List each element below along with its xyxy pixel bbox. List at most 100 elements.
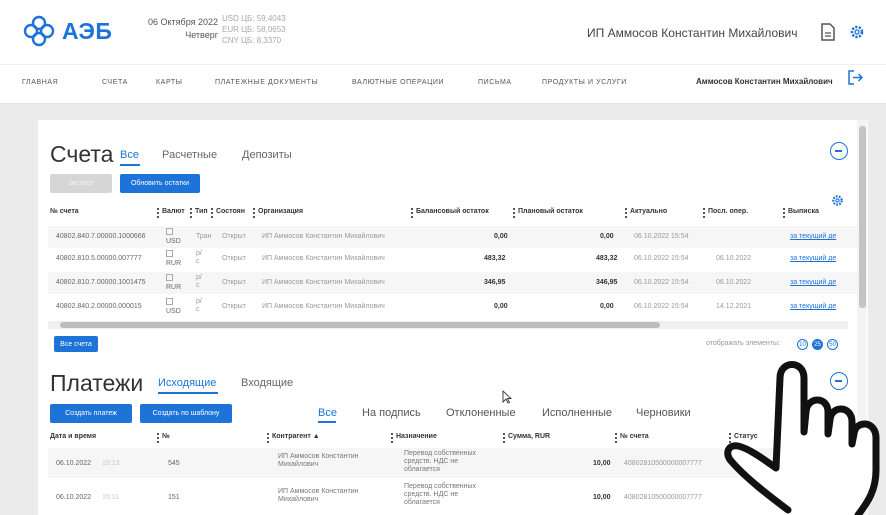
col-statement[interactable]: Выписка bbox=[783, 208, 819, 218]
document-icon[interactable] bbox=[820, 23, 836, 41]
col-balance[interactable]: Балансовый остаток bbox=[411, 208, 489, 218]
payment-purpose: Перевод собственных средств. НДС не обла… bbox=[404, 483, 477, 506]
payment-counterparty: ИП Аммосов Константин Михайлович bbox=[278, 453, 359, 468]
organization-name[interactable]: ИП Аммосов Константин Михайлович bbox=[587, 26, 797, 40]
account-org: ИП Аммосов Константин Михайлович bbox=[262, 255, 385, 262]
filter-rejected[interactable]: Отклоненные bbox=[446, 407, 516, 419]
tab-payments-incoming[interactable]: Входящие bbox=[241, 377, 293, 389]
nav-user-name[interactable]: Аммосов Константин Михайлович bbox=[696, 77, 833, 86]
filter-drafts[interactable]: Черновики bbox=[636, 407, 691, 419]
account-type: р/с bbox=[196, 298, 202, 313]
page-size-50[interactable]: 50 bbox=[827, 339, 838, 350]
page-size-25[interactable]: 25 bbox=[812, 339, 823, 350]
current-date: 06 Октября 2022 Четверг bbox=[148, 16, 218, 42]
payment-account: 40802810500000007777 bbox=[624, 460, 702, 467]
all-accounts-button[interactable]: Все счета bbox=[54, 336, 98, 352]
account-status: Открыт bbox=[222, 303, 246, 310]
col-state[interactable]: Состоян bbox=[211, 208, 245, 218]
account-last-op: 14.12.2021 bbox=[716, 303, 752, 310]
main-nav: ГЛАВНАЯ СЧЕТА КАРТЫ ПЛАТЕЖНЫЕ ДОКУМЕНТЫ … bbox=[0, 64, 886, 104]
logo-icon bbox=[23, 15, 55, 47]
payment-number: 545 bbox=[168, 460, 180, 467]
account-type: р/с bbox=[196, 274, 202, 289]
filter-to-sign[interactable]: На подпись bbox=[362, 407, 421, 419]
statement-link[interactable]: за текущий де bbox=[790, 303, 836, 310]
payment-amount: 10,00 bbox=[593, 494, 611, 501]
nav-item-products[interactable]: ПРОДУКТЫ И УСЛУГИ bbox=[542, 79, 627, 86]
currency-code: USD bbox=[166, 308, 181, 315]
export-button[interactable]: Экспорт bbox=[50, 174, 112, 193]
account-planned: 483,32 bbox=[596, 255, 618, 262]
logo[interactable]: АЭБ bbox=[22, 14, 112, 48]
account-org: ИП Аммосов Константин Михайлович bbox=[262, 279, 385, 286]
vertical-scrollbar-thumb[interactable] bbox=[859, 126, 866, 308]
col-currency[interactable]: Валют bbox=[157, 208, 185, 218]
statement-link[interactable]: за текущий де bbox=[790, 233, 836, 240]
account-last-op: 06.10.2022 bbox=[716, 255, 752, 262]
nav-item-letters[interactable]: ПИСЬМА bbox=[478, 79, 512, 86]
currency-code: RUR bbox=[166, 260, 182, 267]
broken-image-icon bbox=[166, 298, 173, 305]
account-type: р/с bbox=[196, 250, 202, 265]
col-purpose[interactable]: Назначение bbox=[391, 433, 437, 443]
create-payment-button[interactable]: Создать платеж bbox=[50, 404, 132, 423]
nav-item-accounts[interactable]: СЧЕТА bbox=[102, 79, 128, 86]
nav-item-cards[interactable]: КАРТЫ bbox=[156, 79, 183, 86]
account-balance: 346,95 bbox=[484, 279, 506, 286]
account-actual: 06.10.2022 15:54 bbox=[634, 233, 689, 240]
col-counterparty[interactable]: Контрагент ▲ bbox=[267, 433, 320, 443]
col-actual[interactable]: Актуально bbox=[624, 208, 667, 218]
filter-all[interactable]: Все bbox=[318, 407, 337, 419]
accounts-title: Счета bbox=[50, 141, 114, 167]
account-status: Открыт bbox=[222, 255, 246, 262]
settings-icon[interactable] bbox=[849, 23, 865, 41]
filter-executed[interactable]: Исполненные bbox=[542, 407, 612, 419]
account-status: Открыт bbox=[222, 279, 246, 286]
col-payment-account[interactable]: № счета bbox=[615, 433, 649, 443]
account-balance: 0,00 bbox=[494, 303, 508, 310]
tab-accounts-current[interactable]: Расчетные bbox=[162, 149, 217, 161]
nav-item-payment-docs[interactable]: ПЛАТЕЖНЫЕ ДОКУМЕНТЫ bbox=[215, 79, 318, 86]
col-account-number[interactable]: № счета bbox=[50, 208, 79, 215]
create-from-template-button[interactable]: Создать по шаблону bbox=[140, 404, 232, 423]
page-size-10[interactable]: 10 bbox=[797, 339, 808, 350]
payment-purpose: Перевод собственных средств. НДС не обла… bbox=[404, 450, 477, 473]
broken-image-icon bbox=[166, 274, 173, 281]
col-organization[interactable]: Организация bbox=[252, 208, 303, 218]
statement-link[interactable]: за текущий де bbox=[790, 255, 836, 262]
collapse-accounts-button[interactable] bbox=[830, 142, 848, 160]
statement-link[interactable]: за текущий де bbox=[790, 279, 836, 286]
currency-cell: USD bbox=[166, 298, 181, 316]
horizontal-scrollbar-thumb[interactable] bbox=[60, 322, 660, 328]
rate-cny: CNY ЦБ: 8,3370 bbox=[222, 36, 282, 45]
top-bar: АЭБ 06 Октября 2022 Четверг USD ЦБ: 59,4… bbox=[0, 0, 886, 64]
account-number: 40802.840.2.00000.000015 bbox=[56, 303, 142, 310]
account-actual: 06.10.2022 15:54 bbox=[634, 303, 689, 310]
logout-icon[interactable] bbox=[848, 70, 863, 85]
account-number: 40802.810.7.00000.1001475 bbox=[56, 279, 146, 286]
currency-cell: USD bbox=[166, 228, 181, 246]
pointing-hand-icon bbox=[724, 361, 880, 515]
payment-time: 15:11 bbox=[102, 494, 119, 501]
col-payment-number[interactable]: № bbox=[157, 433, 170, 443]
tab-payments-outgoing[interactable]: Исходящие bbox=[158, 377, 216, 389]
account-number: 40802.840.7.00000.1000666 bbox=[56, 233, 146, 240]
payment-date: 06.10.2022 bbox=[56, 494, 92, 501]
col-amount[interactable]: Сумма, RUR bbox=[502, 433, 550, 443]
refresh-balances-button[interactable]: Обновить остатки bbox=[120, 174, 200, 193]
exchange-rates: USD ЦБ: 59,4043 EUR ЦБ: 58,0653 CNY ЦБ: … bbox=[222, 13, 286, 46]
col-type[interactable]: Тип bbox=[190, 208, 208, 218]
table-settings-icon[interactable] bbox=[831, 194, 844, 207]
nav-item-home[interactable]: ГЛАВНАЯ bbox=[22, 79, 58, 86]
col-planned[interactable]: Плановый остаток bbox=[513, 208, 583, 218]
col-date-time[interactable]: Дата и время bbox=[50, 433, 96, 440]
nav-item-currency-ops[interactable]: ВАЛЮТНЫЕ ОПЕРАЦИИ bbox=[352, 79, 444, 86]
account-number: 40802.810.5.00000.007777 bbox=[56, 255, 142, 262]
tab-accounts-deposits[interactable]: Депозиты bbox=[242, 149, 292, 161]
mouse-cursor-icon bbox=[502, 390, 512, 404]
currency-cell: RUR bbox=[166, 274, 181, 292]
payment-number: 151 bbox=[168, 494, 180, 501]
account-last-op: 06.10.2022 bbox=[716, 279, 752, 286]
col-last-op[interactable]: Посл. опер. bbox=[702, 208, 748, 218]
tab-accounts-all[interactable]: Все bbox=[120, 149, 139, 161]
